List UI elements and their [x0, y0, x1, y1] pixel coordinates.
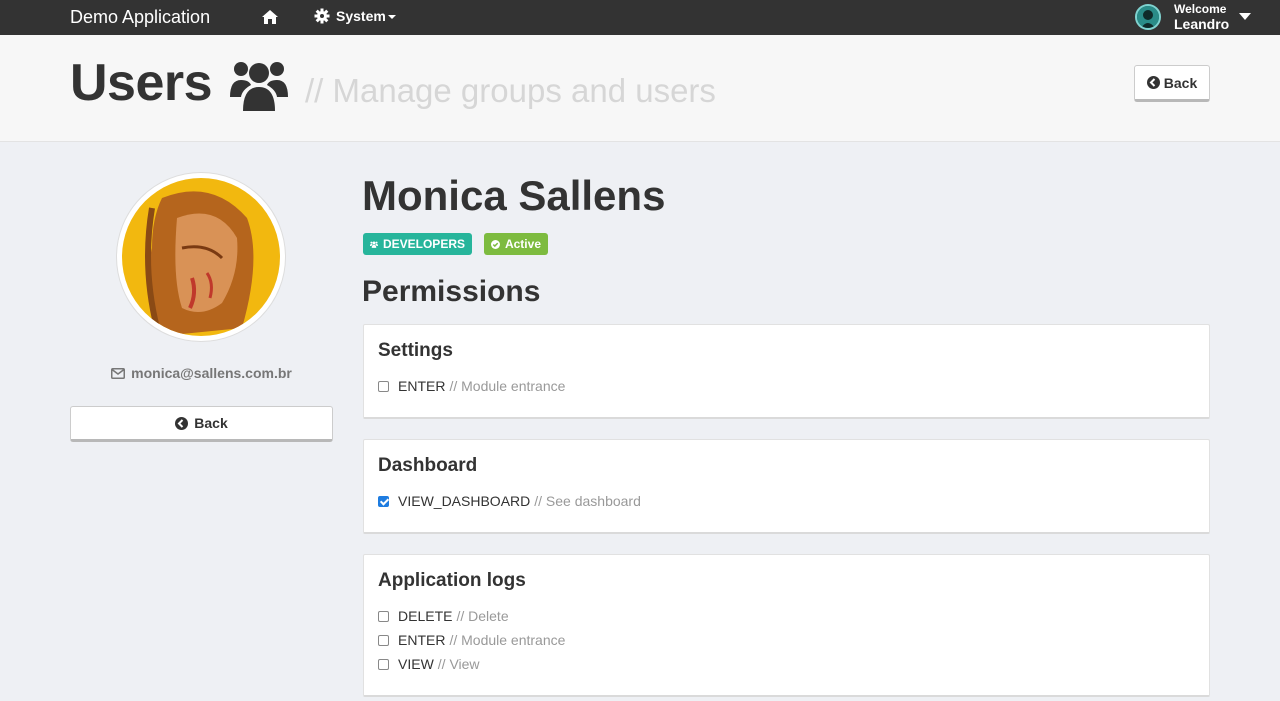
permission-item[interactable]: VIEW // View	[378, 655, 480, 673]
permission-code: DELETE	[398, 608, 453, 624]
permission-item[interactable]: ENTER // Module entrance	[378, 631, 565, 649]
page-title: Users	[70, 54, 213, 112]
back-button-sidebar[interactable]: Back	[70, 406, 333, 442]
status-badge-label: Active	[504, 237, 541, 251]
chevron-down-icon	[387, 15, 396, 19]
check-circle-icon	[491, 239, 500, 249]
permission-item[interactable]: VIEW_DASHBOARD // See dashboard	[378, 492, 641, 510]
permission-checkbox[interactable]	[378, 610, 389, 622]
permission-description: // View	[437, 656, 480, 672]
arrow-circle-left-icon	[175, 416, 189, 430]
permission-checkbox[interactable]	[378, 380, 389, 392]
home-icon[interactable]	[261, 9, 279, 25]
user-menu[interactable]: Welcome Leandro	[1135, 3, 1255, 33]
permission-panel-settings: Settings ENTER // Module entrance	[363, 324, 1210, 419]
app-brand[interactable]: Demo Application	[70, 7, 210, 28]
back-button[interactable]: Back	[1134, 65, 1210, 102]
system-menu-label: System	[336, 8, 386, 24]
permission-item[interactable]: DELETE // Delete	[378, 607, 509, 625]
permission-code: ENTER	[398, 378, 446, 394]
email-text: monica@sallens.com.br	[131, 365, 292, 381]
permission-code: ENTER	[398, 632, 446, 648]
permission-description: // See dashboard	[534, 493, 641, 509]
permission-code: VIEW_DASHBOARD	[398, 493, 531, 509]
welcome-text: Welcome	[1174, 2, 1227, 16]
page-subtitle: // Manage groups and users	[305, 72, 716, 109]
users-icon	[230, 62, 288, 111]
arrow-circle-left-icon	[1146, 76, 1160, 89]
permission-description: // Module entrance	[449, 378, 566, 394]
group-badge-label: DEVELOPERS	[382, 237, 465, 251]
permission-panel-dashboard: Dashboard VIEW_DASHBOARD // See dashboar…	[363, 439, 1210, 534]
status-badge: Active	[484, 233, 548, 255]
username: Leandro	[1174, 16, 1230, 32]
top-navbar: Demo Application System Welcome Leandro	[0, 0, 1280, 35]
user-full-name: Monica Sallens	[362, 172, 666, 219]
back-button-label: Back	[194, 415, 228, 431]
page-header: Users // Manage groups and users Back	[0, 35, 1280, 142]
permission-description: // Module entrance	[449, 632, 566, 648]
permission-checkbox[interactable]	[378, 495, 389, 507]
panel-title: Application logs	[378, 570, 526, 591]
permissions-heading: Permissions	[362, 275, 541, 308]
permission-code: VIEW	[398, 656, 434, 672]
gear-icon	[314, 8, 330, 24]
permission-description: // Delete	[456, 608, 509, 624]
envelope-icon	[111, 367, 126, 379]
permission-panel-application-logs: Application logs DELETE // Delete ENTER …	[363, 554, 1210, 697]
panel-title: Settings	[378, 340, 453, 361]
permission-item[interactable]: ENTER // Module entrance	[378, 377, 565, 395]
user-email: monica@sallens.com.br	[70, 365, 333, 381]
users-icon	[370, 241, 378, 248]
avatar	[1135, 4, 1161, 30]
permission-checkbox[interactable]	[378, 634, 389, 646]
panel-title: Dashboard	[378, 455, 478, 476]
group-badge: DEVELOPERS	[363, 233, 472, 255]
chevron-down-icon	[1239, 13, 1251, 20]
profile-picture	[116, 172, 286, 342]
permission-checkbox[interactable]	[378, 658, 389, 670]
back-button-label: Back	[1163, 74, 1198, 91]
system-menu[interactable]: System	[314, 8, 396, 24]
profile-portrait-image	[122, 178, 280, 336]
